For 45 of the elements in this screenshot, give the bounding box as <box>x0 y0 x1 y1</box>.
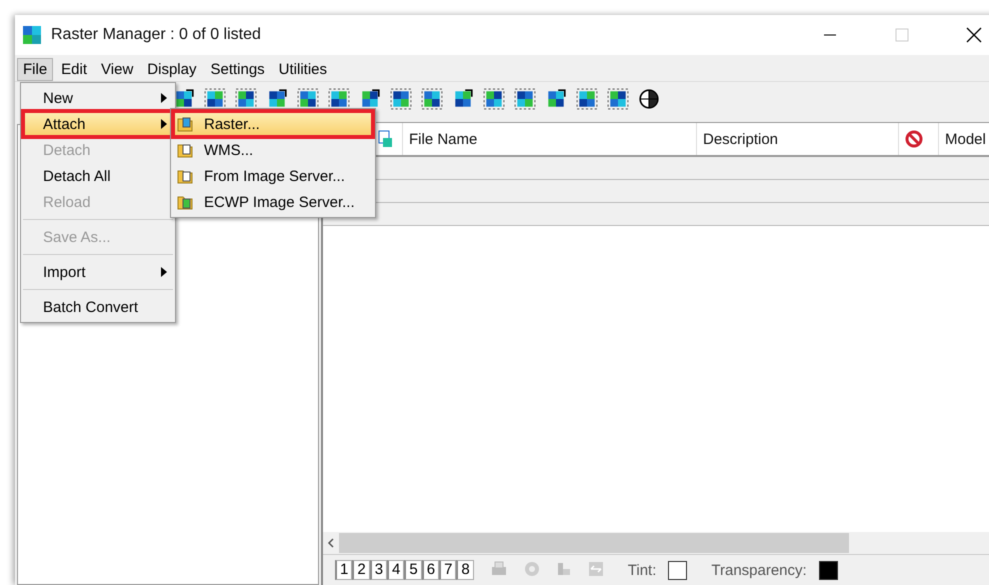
menu-item[interactable]: Settings <box>204 58 271 80</box>
view-tab[interactable]: 7 <box>439 560 456 580</box>
raster-tile-icon[interactable] <box>421 88 443 110</box>
close-icon[interactable] <box>965 26 983 44</box>
menu-item[interactable]: ECWP Image Server... <box>173 189 373 215</box>
column-header[interactable]: Model <box>939 123 989 155</box>
scroll-left-icon[interactable] <box>327 538 335 548</box>
column-header[interactable]: File Name <box>403 123 697 155</box>
view-tab[interactable]: 5 <box>404 560 422 580</box>
raster-tile-icon[interactable] <box>607 88 629 110</box>
globe-icon[interactable] <box>638 88 660 110</box>
tint-swatch[interactable] <box>668 560 688 580</box>
raster-tile-icon[interactable] <box>576 88 598 110</box>
view-tab[interactable]: 4 <box>387 560 404 580</box>
menu-item[interactable]: From Image Server... <box>173 163 373 189</box>
transparency-label: Transparency: <box>711 562 807 578</box>
menu-item[interactable]: Edit <box>55 58 94 80</box>
menu-item[interactable]: View <box>95 58 140 80</box>
raster-tile-icon[interactable] <box>514 88 536 110</box>
column-header[interactable]: Description <box>697 123 899 155</box>
view-tab[interactable]: 2 <box>352 560 370 580</box>
app-icon <box>23 26 41 44</box>
menu-item[interactable]: Attach <box>23 111 173 137</box>
raster-tile-icon[interactable] <box>390 88 412 110</box>
tint-label: Tint: <box>628 562 656 578</box>
menu-item[interactable]: Raster... <box>173 111 373 137</box>
maximize-icon <box>893 26 911 44</box>
menu-item[interactable]: New <box>23 85 173 111</box>
folder-icon <box>177 115 193 132</box>
window-title: Raster Manager : 0 of 0 listed <box>51 26 262 44</box>
transparency-swatch[interactable] <box>818 560 838 580</box>
view-tab[interactable]: 1 <box>335 560 352 580</box>
menu-item[interactable]: Import <box>23 259 173 285</box>
menu-item[interactable]: Detach All <box>23 163 173 189</box>
menu-item[interactable]: Utilities <box>272 58 334 80</box>
menu-item[interactable]: File <box>17 58 54 80</box>
menu-item[interactable]: Display <box>141 58 202 80</box>
menu-item[interactable]: WMS... <box>173 137 373 163</box>
view-tab[interactable]: 3 <box>370 560 388 580</box>
raster-tile-icon[interactable] <box>483 88 505 110</box>
view-tab[interactable]: 6 <box>422 560 440 580</box>
no-entry-icon[interactable] <box>905 130 923 148</box>
menu-item[interactable]: Batch Convert <box>23 294 173 320</box>
raster-file-icon[interactable] <box>377 130 393 148</box>
view-tab[interactable]: 8 <box>456 560 474 580</box>
